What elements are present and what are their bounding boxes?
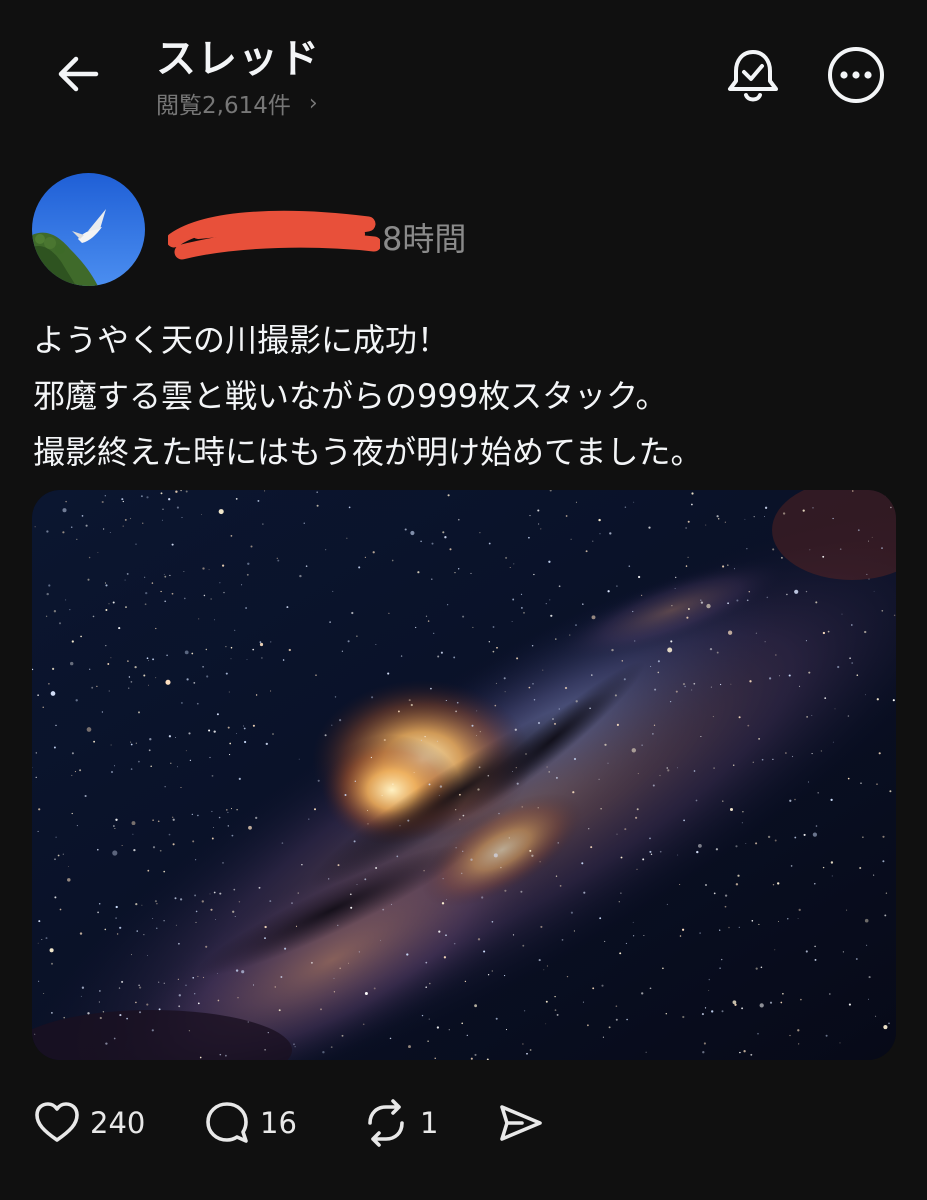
more-options-button[interactable] bbox=[826, 45, 886, 105]
like-count: 240 bbox=[90, 1106, 146, 1140]
back-button[interactable] bbox=[52, 48, 104, 100]
avatar-image bbox=[32, 173, 145, 286]
share-button[interactable] bbox=[496, 1096, 544, 1150]
redaction-scribble bbox=[166, 210, 382, 260]
post-time: 8時間 bbox=[382, 220, 467, 258]
repost-icon bbox=[368, 1099, 404, 1147]
page-title: スレッド bbox=[156, 36, 320, 82]
view-count: 閲覧2,614件 bbox=[156, 93, 291, 119]
heart-icon bbox=[35, 1102, 79, 1142]
arrow-left-icon bbox=[58, 56, 99, 92]
notification-button[interactable] bbox=[724, 44, 782, 106]
reply-count: 16 bbox=[260, 1106, 297, 1140]
milky-way-photo bbox=[32, 490, 896, 1060]
reply-button[interactable]: 16 bbox=[204, 1096, 297, 1150]
post-image[interactable] bbox=[32, 490, 896, 1060]
bell-check-icon bbox=[728, 50, 778, 102]
repost-button[interactable]: 1 bbox=[362, 1096, 438, 1150]
view-count-link[interactable]: 閲覧2,614件 › bbox=[156, 86, 318, 120]
more-horizontal-icon bbox=[828, 47, 884, 103]
chevron-right-icon: › bbox=[308, 90, 318, 116]
post-text: ようやく天の川撮影に成功！ 邪魔する雲と戦いながらの999枚スタック。 撮影終え… bbox=[33, 312, 913, 480]
speech-bubble-icon bbox=[206, 1102, 248, 1143]
post-text-line: ようやく天の川撮影に成功！ bbox=[33, 321, 450, 359]
send-icon bbox=[500, 1105, 542, 1141]
like-button[interactable]: 240 bbox=[34, 1096, 145, 1150]
repost-count: 1 bbox=[420, 1106, 439, 1140]
author-name-redacted[interactable] bbox=[166, 210, 382, 260]
post-text-line: 撮影終えた時にはもう夜が明け始めてました。 bbox=[33, 433, 703, 471]
avatar[interactable] bbox=[32, 173, 145, 286]
post-text-line: 邪魔する雲と戦いながらの999枚スタック。 bbox=[33, 377, 668, 415]
